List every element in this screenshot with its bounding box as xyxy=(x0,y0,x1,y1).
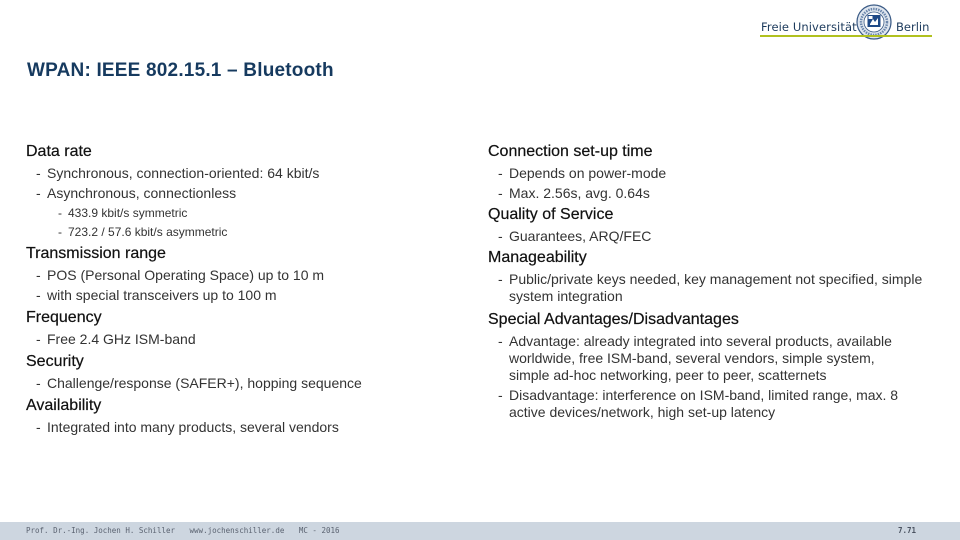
bullet-dash: - xyxy=(498,271,503,287)
section-heading: Security xyxy=(26,353,84,370)
section-special-advantages-disadvantages: Special Advantages/Disadvantages - Advant… xyxy=(488,310,938,421)
footer-course: MC - 2016 xyxy=(298,526,340,535)
bullet-item: - Advantage: already integrated into seve… xyxy=(488,333,938,384)
bullet-dash: - xyxy=(36,267,41,283)
section-heading: Quality of Service xyxy=(488,206,614,223)
bullet-dash: - xyxy=(36,419,41,435)
section-data-rate: Data rate - Synchronous, connection-orien… xyxy=(26,142,466,240)
section-frequency: Frequency - Free 2.4 GHz ISM-band xyxy=(26,308,466,348)
section-manageability: Manageability - Public/private keys neede… xyxy=(488,248,938,305)
bullet-item: - Public/private keys needed, key managem… xyxy=(488,271,938,305)
bullet-text: Synchronous, connection-oriented: 64 kbi… xyxy=(47,165,320,181)
bullet-text: Max. 2.56s, avg. 0.64s xyxy=(509,185,650,201)
bullet-text: Public/private keys needed, key manageme… xyxy=(509,271,923,304)
bullet-dash: - xyxy=(58,225,62,239)
section-availability: Availability - Integrated into many produ… xyxy=(26,396,466,436)
left-column: Data rate - Synchronous, connection-orien… xyxy=(26,142,466,436)
section-heading: Availability xyxy=(26,397,102,414)
bullet-dash: - xyxy=(498,165,503,181)
sub-bullet-item: -723.2 / 57.6 kbit/s asymmetric xyxy=(26,225,466,240)
bullet-dash: - xyxy=(36,331,41,347)
section-heading: Frequency xyxy=(26,309,102,326)
bullet-text: Depends on power-mode xyxy=(509,165,667,181)
section-transmission-range: Transmission range - POS (Personal Operat… xyxy=(26,244,466,304)
bullet-dash: - xyxy=(58,206,62,220)
section-heading: Manageability xyxy=(488,249,587,266)
logo-text-berlin: Berlin xyxy=(896,20,930,34)
sub-bullet-item: -433.9 kbit/s symmetric xyxy=(26,206,466,221)
bullet-item: - Integrated into many products, several … xyxy=(26,419,466,436)
bullet-text: Integrated into many products, several v… xyxy=(47,419,339,435)
bullet-text: Challenge/response (SAFER+), hopping seq… xyxy=(47,375,362,391)
bullet-text: with special transceivers up to 100 m xyxy=(47,287,277,303)
bullet-text: Free 2.4 GHz ISM-band xyxy=(47,331,196,347)
bullet-text: Advantage: already integrated into sever… xyxy=(509,333,892,383)
bullet-dash: - xyxy=(498,228,503,244)
bullet-text: 433.9 kbit/s symmetric xyxy=(68,206,188,220)
bullet-text: POS (Personal Operating Space) up to 10 … xyxy=(47,267,325,283)
slide-title: WPAN: IEEE 802.15.1 – Bluetooth xyxy=(27,60,334,81)
bullet-item: - Depends on power-mode xyxy=(488,165,938,182)
bullet-dash: - xyxy=(498,333,503,349)
university-logo: Freie Universität Berlin xyxy=(758,4,932,40)
bullet-item: - Synchronous, connection-oriented: 64 kb… xyxy=(26,165,466,182)
logo-text-freie-universitat: Freie Universität xyxy=(761,20,857,34)
bullet-dash: - xyxy=(36,287,41,303)
bullet-dash: - xyxy=(36,165,41,181)
bullet-item: - Max. 2.56s, avg. 0.64s xyxy=(488,185,938,202)
section-heading: Data rate xyxy=(26,143,92,160)
section-security: Security - Challenge/response (SAFER+), h… xyxy=(26,352,466,392)
bullet-item: - Asynchronous, connectionless xyxy=(26,185,466,202)
bullet-item: - Disadvantage: interference on ISM-band,… xyxy=(488,387,938,421)
footer-author: Prof. Dr.-Ing. Jochen H. Schiller xyxy=(26,526,176,535)
page-number: 7.71 xyxy=(898,526,917,535)
footer-website-link[interactable]: www.jochenschiller.de xyxy=(190,526,285,535)
bullet-item: - Free 2.4 GHz ISM-band xyxy=(26,331,466,348)
bullet-dash: - xyxy=(36,185,41,201)
bullet-item: - Challenge/response (SAFER+), hopping se… xyxy=(26,375,466,392)
section-quality-of-service: Quality of Service - Guarantees, ARQ/FEC xyxy=(488,205,938,245)
section-heading: Transmission range xyxy=(26,245,166,262)
bullet-item: - POS (Personal Operating Space) up to 10… xyxy=(26,267,466,284)
bullet-dash: - xyxy=(498,185,503,201)
section-connection-setup-time: Connection set-up time - Depends on power… xyxy=(488,142,938,202)
footer-left: Prof. Dr.-Ing. Jochen H. Schiller www.jo… xyxy=(26,526,350,535)
bullet-text: 723.2 / 57.6 kbit/s asymmetric xyxy=(68,225,228,239)
footer-bar: Prof. Dr.-Ing. Jochen H. Schiller www.jo… xyxy=(0,522,960,540)
logo-underline xyxy=(760,35,932,37)
bullet-item: - Guarantees, ARQ/FEC xyxy=(488,228,938,245)
section-heading: Special Advantages/Disadvantages xyxy=(488,311,739,328)
bullet-text: Guarantees, ARQ/FEC xyxy=(509,228,652,244)
section-heading: Connection set-up time xyxy=(488,143,653,160)
bullet-dash: - xyxy=(498,387,503,403)
bullet-dash: - xyxy=(36,375,41,391)
right-column: Connection set-up time - Depends on power… xyxy=(488,142,938,421)
bullet-text: Asynchronous, connectionless xyxy=(47,185,237,201)
bullet-item: - with special transceivers up to 100 m xyxy=(26,287,466,304)
bullet-text: Disadvantage: interference on ISM-band, … xyxy=(509,387,899,420)
